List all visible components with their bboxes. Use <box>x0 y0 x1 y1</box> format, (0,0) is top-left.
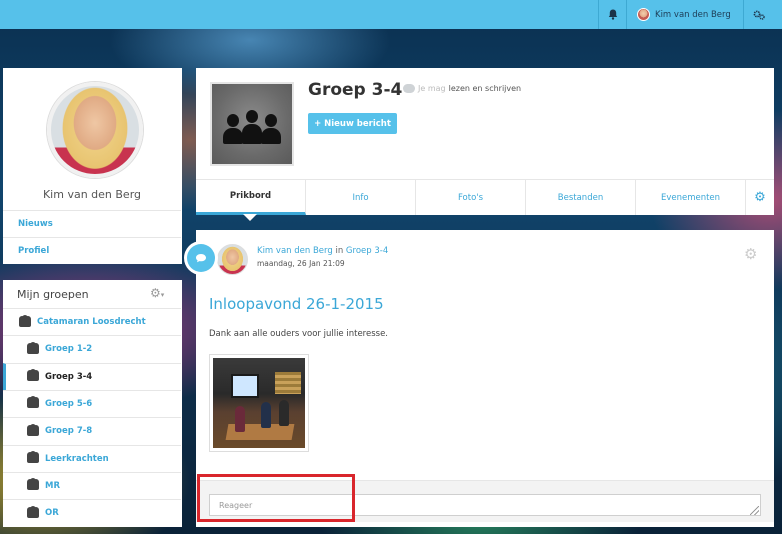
permission-prefix: Je mag <box>418 84 446 93</box>
my-groups-heading: Mijn groepen <box>17 288 89 301</box>
top-navigation-bar: Kim van den Berg <box>0 0 782 29</box>
topbar-divider <box>626 0 627 29</box>
active-tab-pointer <box>243 214 257 221</box>
sidebar-group-item[interactable]: Leerkrachten <box>3 444 181 472</box>
sidebar-group-item[interactable]: Groep 5-6 <box>3 389 181 417</box>
group-item-label: OR <box>45 508 59 519</box>
group-item-label: MR <box>45 480 61 491</box>
highlight-box <box>197 474 355 522</box>
sidebar-group-item[interactable]: Groep 7-8 <box>3 417 181 444</box>
profile-photo[interactable] <box>47 82 143 178</box>
post-title: Inloopavond 26-1-2015 <box>209 295 384 313</box>
group-icon <box>27 369 39 382</box>
permission-text: lezen en schrijven <box>448 84 522 93</box>
topbar-user-menu[interactable]: Kim van den Berg <box>637 0 731 29</box>
post-body: Dank aan alle ouders voor jullie interes… <box>209 329 389 339</box>
sidebar-link-profiel[interactable]: Profiel <box>3 237 181 264</box>
new-post-button[interactable]: + Nieuw bericht <box>308 113 397 134</box>
group-item-label: Groep 7-8 <box>45 426 93 437</box>
photo-screen <box>233 376 257 396</box>
bell-icon[interactable] <box>599 0 626 29</box>
group-header-card: Groep 3-4 Je mag lezen en schrijven + Ni… <box>196 68 774 215</box>
photo-person <box>261 402 271 428</box>
my-groups-card: Mijn groepen ⚙▾ Catamaran Loosdrecht Groe… <box>3 280 182 527</box>
profile-card: Kim van den Berg Nieuws Profiel <box>3 68 182 264</box>
post-photo-image <box>213 358 305 448</box>
groups-settings-gear-icon[interactable]: ⚙▾ <box>150 286 164 300</box>
photo-person <box>279 400 289 426</box>
user-avatar-small <box>637 8 650 21</box>
tab-fotos[interactable]: Foto's <box>416 180 526 215</box>
group-item-label: Catamaran Loosdrecht <box>37 317 146 327</box>
group-tabs: Prikbord Info Foto's Bestanden Evenement… <box>196 179 774 215</box>
gears-icon[interactable] <box>744 0 774 29</box>
post-group-link[interactable]: Groep 3-4 <box>346 246 388 256</box>
chat-icon <box>403 84 415 93</box>
chat-bubble-icon <box>187 244 215 272</box>
sidebar-group-item[interactable]: MR <box>3 471 181 499</box>
sidebar-group-item[interactable]: Groep 1-2 <box>3 335 181 362</box>
post-author-avatar[interactable] <box>217 244 248 275</box>
post-date: maandag, 26 Jan 21:09 <box>257 259 345 268</box>
post-photo[interactable] <box>209 354 309 452</box>
topbar-user-name: Kim van den Berg <box>655 9 731 20</box>
group-icon <box>27 396 39 409</box>
sidebar-group-item[interactable]: Groep 3-4 <box>3 362 181 390</box>
tab-evenementen[interactable]: Evenementen <box>636 180 746 215</box>
post-author-link[interactable]: Kim van den Berg <box>257 246 333 256</box>
post-settings-gear-icon[interactable]: ⚙ <box>744 245 757 263</box>
group-icon <box>27 478 39 491</box>
group-icon <box>27 505 39 518</box>
resize-grip-icon[interactable] <box>750 506 759 515</box>
photo-shelf <box>275 372 301 394</box>
group-item-label: Groep 1-2 <box>45 344 93 355</box>
group-icon <box>27 341 39 354</box>
group-icon <box>19 314 31 327</box>
tab-bestanden[interactable]: Bestanden <box>526 180 636 215</box>
group-title: Groep 3-4 <box>308 80 403 100</box>
group-people-icon <box>223 104 281 144</box>
photo-person <box>235 406 245 432</box>
profile-name: Kim van den Berg <box>42 188 142 201</box>
sidebar-group-item[interactable]: Catamaran Loosdrecht <box>3 308 181 335</box>
post-header: Kim van den Berg in Groep 3-4 <box>257 246 388 256</box>
group-avatar <box>210 82 294 166</box>
group-icon <box>27 451 39 463</box>
tab-prikbord[interactable]: Prikbord <box>196 180 306 215</box>
group-item-label: Leerkrachten <box>45 453 109 464</box>
permission-info: Je mag lezen en schrijven <box>403 84 521 93</box>
group-item-label: Groep 3-4 <box>45 371 93 382</box>
tab-info[interactable]: Info <box>306 180 416 215</box>
group-item-label: Groep 5-6 <box>45 398 93 409</box>
group-settings-gear-icon[interactable]: ⚙ <box>746 180 774 215</box>
post-in-text: in <box>335 246 344 256</box>
sidebar-link-nieuws[interactable]: Nieuws <box>3 210 181 237</box>
group-icon <box>27 423 39 436</box>
sidebar-group-item[interactable]: OR <box>3 499 181 526</box>
